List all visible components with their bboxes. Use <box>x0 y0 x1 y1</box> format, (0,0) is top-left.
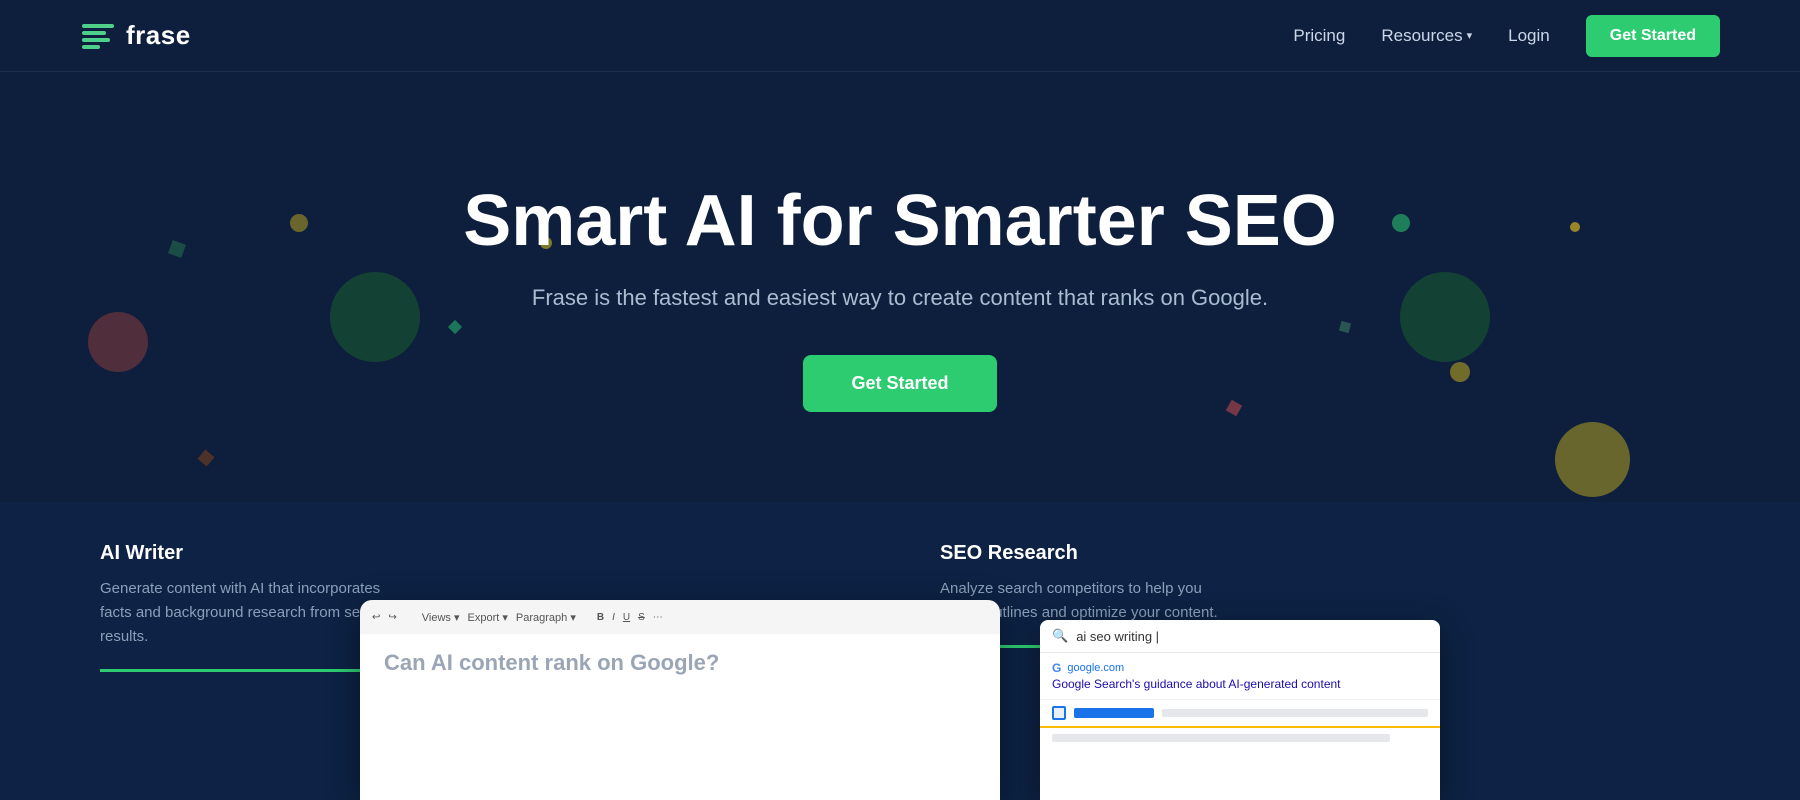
ai-writer-desc: Generate content with AI that incorporat… <box>100 577 400 649</box>
resources-link[interactable]: Resources ▾ <box>1381 26 1472 46</box>
result-icon-box <box>1052 706 1066 720</box>
pricing-link[interactable]: Pricing <box>1293 26 1345 46</box>
decor-circle-3 <box>290 214 308 232</box>
seo-research-title: SEO Research <box>940 542 1700 565</box>
decor-dot-2 <box>1570 222 1580 232</box>
search-bar-mock: 🔍 ai seo writing | <box>1040 620 1440 653</box>
decor-circle-6 <box>1392 214 1410 232</box>
editor-heading: Can AI content rank on Google? <box>384 650 976 676</box>
editor-mock: ↩ ↪ Views ▾ Export ▾ Paragraph ▾ B I U S… <box>360 600 1000 800</box>
decor-sq-2 <box>448 320 462 334</box>
toolbar-italic: I <box>612 612 615 623</box>
google-g-icon: G <box>1052 661 1061 675</box>
toolbar-export: Export ▾ <box>468 611 508 624</box>
search-panel-mock: 🔍 ai seo writing | G google.com Google S… <box>1040 620 1440 800</box>
decor-circle-4 <box>1400 272 1490 362</box>
result-row-2 <box>1040 726 1440 748</box>
result-bar-empty <box>1162 709 1428 717</box>
result-domain: google.com <box>1067 662 1124 674</box>
decor-sq-4 <box>1339 321 1351 333</box>
decor-dot-3 <box>1450 362 1470 382</box>
features-section: AI Writer Generate content with AI that … <box>0 502 1800 800</box>
toolbar-bold: B <box>597 612 604 623</box>
result-title: Google Search's guidance about AI-genera… <box>1052 677 1428 691</box>
hero-title: Smart AI for Smarter SEO <box>463 182 1337 261</box>
toolbar-more: ⋯ <box>653 612 663 623</box>
toolbar-underline: U <box>623 612 630 623</box>
screenshots-container: ↩ ↪ Views ▾ Export ▾ Paragraph ▾ B I U S… <box>360 600 1440 800</box>
ai-writer-title: AI Writer <box>100 542 860 565</box>
decor-sq-5 <box>198 450 215 467</box>
editor-toolbar: ↩ ↪ Views ▾ Export ▾ Paragraph ▾ B I U S… <box>360 600 1000 634</box>
logo-icon <box>80 18 116 54</box>
logo[interactable]: frase <box>80 18 191 54</box>
decor-circle-1 <box>330 272 420 362</box>
get-started-hero-button[interactable]: Get Started <box>803 355 996 412</box>
toolbar-paragraph: Paragraph ▾ <box>516 611 576 624</box>
search-result-1: G google.com Google Search's guidance ab… <box>1040 653 1440 700</box>
logo-text: frase <box>126 20 191 51</box>
decor-sq-1 <box>168 240 186 258</box>
chevron-down-icon: ▾ <box>1467 29 1473 42</box>
toolbar-redo: ↪ <box>388 612 396 623</box>
get-started-nav-button[interactable]: Get Started <box>1586 15 1720 57</box>
login-link[interactable]: Login <box>1508 26 1550 46</box>
hero-subtitle: Frase is the fastest and easiest way to … <box>532 285 1268 311</box>
decor-circle-2 <box>88 312 148 372</box>
editor-content: Can AI content rank on Google? <box>360 634 1000 800</box>
result-bar-filled <box>1074 708 1154 718</box>
nav-links: Pricing Resources ▾ Login Get Started <box>1293 15 1720 57</box>
toolbar-views: Views ▾ <box>422 611 460 624</box>
search-icon: 🔍 <box>1052 628 1068 644</box>
toolbar-strikethrough: S <box>638 612 645 623</box>
result-source: G google.com <box>1052 661 1428 675</box>
result-bar-2 <box>1052 734 1390 742</box>
hero-section: Smart AI for Smarter SEO Frase is the fa… <box>0 72 1800 502</box>
decor-circle-5 <box>1555 422 1630 497</box>
search-query-mock: ai seo writing | <box>1076 629 1428 644</box>
decor-sq-3 <box>1226 400 1242 416</box>
navbar: frase Pricing Resources ▾ Login Get Star… <box>0 0 1800 72</box>
result-bar-row <box>1040 706 1440 726</box>
toolbar-undo: ↩ <box>372 612 380 623</box>
